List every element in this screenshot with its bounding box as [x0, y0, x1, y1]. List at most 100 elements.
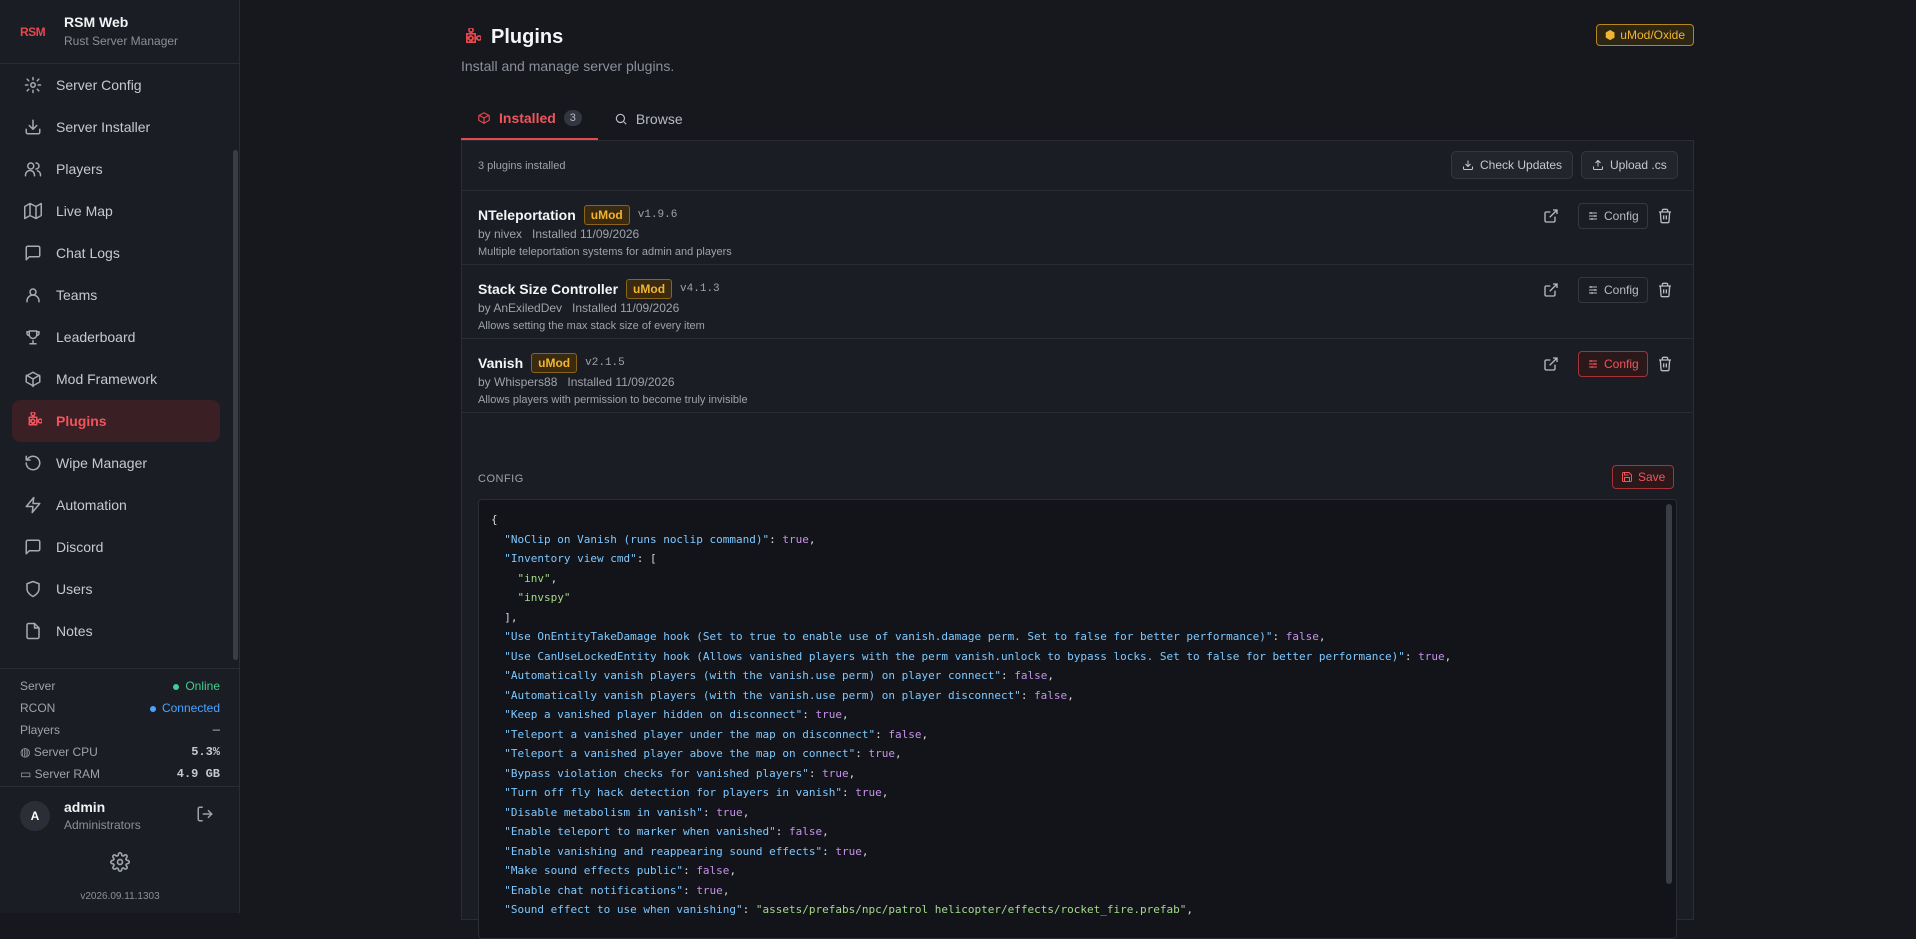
- plugin-row: Stack Size Controller uMod v4.1.3 by AnExil…: [462, 265, 1693, 339]
- config-json-editor[interactable]: { "NoClip on Vanish (runs noclip command…: [478, 499, 1677, 939]
- plugin-version: v4.1.3: [680, 283, 720, 295]
- config-line: "Automatically vanish players (with the …: [504, 688, 1074, 702]
- plugin-author: by AnExiledDev: [478, 301, 563, 315]
- config-line: {: [491, 513, 498, 526]
- puzzle-icon: [466, 27, 481, 43]
- box-icon: [24, 370, 42, 388]
- installed-count-badge: 3: [563, 110, 582, 126]
- refresh-icon: [24, 454, 42, 472]
- sidebar-item-discord[interactable]: Discord: [12, 526, 220, 568]
- sidebar-item-live-map[interactable]: Live Map: [12, 190, 220, 232]
- package-icon: ⬢: [1604, 28, 1616, 42]
- tab-installed[interactable]: Installed 3: [461, 98, 598, 140]
- connected-dot-icon: [149, 705, 156, 712]
- sidebar-item-server-config[interactable]: Server Config: [12, 64, 220, 106]
- sidebar-item-label: Chat Logs: [56, 245, 120, 261]
- umod-badge: uMod: [583, 205, 630, 225]
- status-row-rcon: RCON Connected: [20, 697, 220, 719]
- sidebar-scrollbar[interactable]: [233, 150, 238, 660]
- umod-badge: uMod: [626, 279, 673, 299]
- logout-icon[interactable]: [196, 805, 214, 823]
- team-icon: [24, 286, 42, 304]
- status-rcon-label: RCON: [20, 701, 56, 715]
- trash-icon[interactable]: [1657, 356, 1673, 372]
- app-subtitle: Rust Server Manager: [64, 34, 179, 48]
- config-line: "Inventory view cmd": [: [504, 552, 657, 565]
- page-title: Plugins: [491, 26, 564, 48]
- config-heading: CONFIG: [478, 473, 524, 485]
- config-line: "Sound effect to use when vanishing": "a…: [504, 903, 1194, 916]
- plugin-installed-date: Installed 11/09/2026: [572, 301, 680, 315]
- sliders-icon: [1589, 212, 1597, 220]
- search-icon: [615, 113, 627, 125]
- plugin-installed-date: Installed 11/09/2026: [567, 375, 675, 389]
- sidebar-item-players[interactable]: Players: [12, 148, 220, 190]
- upload-cs-button[interactable]: Upload .cs: [1581, 151, 1678, 179]
- plugin-config-button[interactable]: Config: [1578, 203, 1648, 229]
- tab-browse[interactable]: Browse: [598, 98, 699, 140]
- sidebar-item-label: Users: [56, 581, 93, 597]
- config-line: "Turn off fly hack detection for players…: [504, 786, 889, 799]
- trash-icon[interactable]: [1657, 282, 1673, 298]
- config-line: "Use CanUseLockedEntity hook (Allows van…: [504, 649, 1452, 663]
- plugin-title-line: Vanish uMod v2.1.5: [478, 353, 625, 373]
- shield-icon: [24, 580, 42, 598]
- status-ram-label: ▭ Server RAM: [20, 767, 100, 781]
- status-server-label: Server: [20, 679, 56, 693]
- plugin-title-line: NTeleportation uMod v1.9.6: [478, 205, 677, 225]
- check-updates-label: Check Updates: [1480, 158, 1563, 172]
- download-icon: [24, 118, 42, 136]
- framework-badge-label: uMod/Oxide: [1620, 28, 1685, 42]
- check-updates-button[interactable]: Check Updates: [1451, 151, 1574, 179]
- config-line: "Keep a vanished player hidden on discon…: [504, 708, 849, 721]
- sidebar-item-automation[interactable]: Automation: [12, 484, 220, 526]
- sidebar-item-leaderboard[interactable]: Leaderboard: [12, 316, 220, 358]
- config-line: "invspy": [517, 591, 571, 604]
- sidebar-item-teams[interactable]: Teams: [12, 274, 220, 316]
- config-line: "Teleport a vanished player under the ma…: [504, 727, 929, 741]
- user-role: Administrators: [64, 818, 141, 832]
- config-line: "Teleport a vanished player above the ma…: [504, 747, 902, 760]
- brand-header: RSM RSM Web Rust Server Manager: [0, 0, 240, 64]
- sliders-icon: [1589, 360, 1597, 368]
- map-icon: [24, 202, 42, 220]
- discord-icon: [24, 538, 42, 556]
- chat-icon: [24, 244, 42, 262]
- plugin-config-section: CONFIG Save { "NoClip on Vanish (runs no…: [462, 463, 1693, 939]
- status-server-value: Online: [173, 679, 220, 693]
- package-icon: [478, 112, 490, 124]
- sidebar-item-mod-framework[interactable]: Mod Framework: [12, 358, 220, 400]
- sidebar-item-label: Server Config: [56, 77, 142, 93]
- config-line: "Use OnEntityTakeDamage hook (Set to tru…: [504, 630, 1326, 643]
- rcon-status-text: Connected: [161, 701, 220, 715]
- sidebar-item-wipe-manager[interactable]: Wipe Manager: [12, 442, 220, 484]
- config-label: Config: [1604, 283, 1639, 297]
- umod-badge: uMod: [531, 353, 578, 373]
- sidebar-item-plugins[interactable]: Plugins: [12, 400, 220, 442]
- avatar: A: [20, 801, 50, 831]
- plugins-list-header: 3 plugins installed Check Updates Upload…: [462, 141, 1693, 191]
- sidebar-item-label: Discord: [56, 539, 104, 555]
- ram-icon: ▭: [20, 767, 35, 781]
- sidebar-item-users[interactable]: Users: [12, 568, 220, 610]
- save-label: Save: [1638, 470, 1666, 484]
- app-version: v2026.09.11.1303: [80, 891, 160, 902]
- status-row-cpu: ◍ Server CPU 5.3%: [20, 741, 220, 763]
- external-link-icon[interactable]: [1543, 208, 1559, 224]
- editor-scrollbar[interactable]: [1666, 504, 1672, 884]
- trash-icon[interactable]: [1657, 208, 1673, 224]
- plugin-version: v2.1.5: [585, 357, 625, 369]
- sidebar-item-server-installer[interactable]: Server Installer: [12, 106, 220, 148]
- status-ram-value: 4.9 GB: [176, 767, 220, 781]
- external-link-icon[interactable]: [1543, 356, 1559, 372]
- sidebar-item-notes[interactable]: Notes: [12, 610, 220, 652]
- plugin-config-button[interactable]: Config: [1578, 277, 1648, 303]
- settings-gear-icon[interactable]: [110, 852, 130, 872]
- gear-icon: [24, 76, 42, 94]
- status-players-label: Players: [20, 723, 61, 737]
- cpu-icon: ◍: [20, 745, 34, 759]
- plugin-config-button[interactable]: Config: [1578, 351, 1648, 377]
- sidebar-item-chat-logs[interactable]: Chat Logs: [12, 232, 220, 274]
- external-link-icon[interactable]: [1543, 282, 1559, 298]
- save-config-button[interactable]: Save: [1612, 465, 1675, 489]
